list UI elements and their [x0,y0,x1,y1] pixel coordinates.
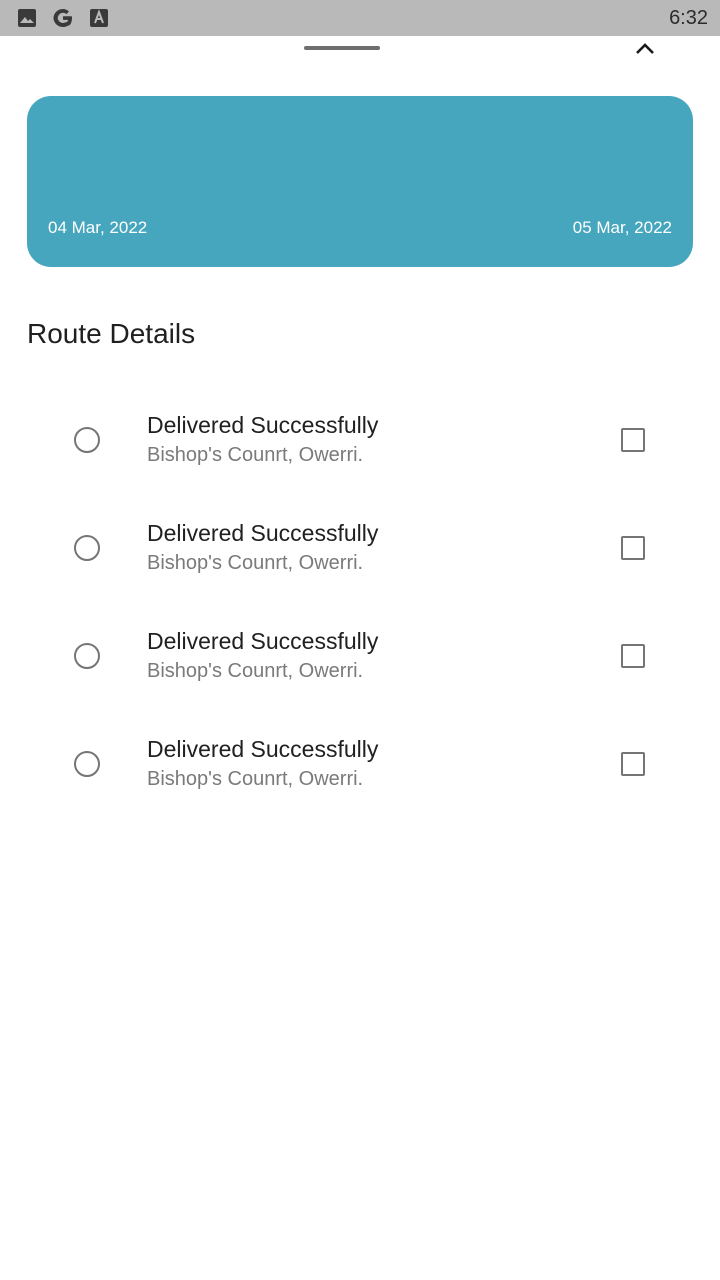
route-item-address: Bishop's Counrt, Owerri. [147,768,364,790]
checkbox[interactable] [621,644,645,668]
route-item[interactable]: Delivered Successfully Bishop's Counrt, … [0,730,720,838]
trip-card: 04 Mar, 2022 05 Mar, 2022 [27,96,693,267]
route-item-text: Delivered Successfully Bishop's Counrt, … [147,518,378,578]
route-item-text: Delivered Successfully Bishop's Counrt, … [147,734,378,794]
route-item-status: Delivered Successfully [147,736,379,762]
end-date: 05 Mar, 2022 [572,218,672,237]
radio-button[interactable] [74,535,100,561]
section-title: Route Details [27,318,196,349]
drag-handle[interactable] [304,46,380,50]
start-date: 04 Mar, 2022 [48,218,148,237]
font-icon [90,9,108,27]
route-item-text: Delivered Successfully Bishop's Counrt, … [147,626,378,686]
status-bar: 6:32 [0,0,720,36]
status-time: 6:32 [669,7,708,29]
route-item[interactable]: Delivered Successfully Bishop's Counrt, … [0,406,720,514]
route-list: Delivered Successfully Bishop's Counrt, … [0,406,720,838]
radio-button[interactable] [74,751,100,777]
route-item[interactable]: Delivered Successfully Bishop's Counrt, … [0,514,720,622]
route-item[interactable]: Delivered Successfully Bishop's Counrt, … [0,622,720,730]
checkbox[interactable] [621,752,645,776]
radio-button[interactable] [74,427,100,453]
collapse-button[interactable] [628,38,662,60]
checkbox[interactable] [621,536,645,560]
google-icon [53,9,72,27]
route-item-status: Delivered Successfully [147,520,379,546]
route-item-status: Delivered Successfully [147,628,379,654]
bottom-sheet: 04 Mar, 2022 05 Mar, 2022 Route Details … [0,36,720,1280]
radio-button[interactable] [74,643,100,669]
chevron-up-icon [636,43,654,54]
checkbox[interactable] [621,428,645,452]
route-item-address: Bishop's Counrt, Owerri. [147,444,364,466]
route-item-address: Bishop's Counrt, Owerri. [147,660,364,682]
route-item-text: Delivered Successfully Bishop's Counrt, … [147,410,378,470]
route-item-status: Delivered Successfully [147,412,379,438]
gallery-icon [18,9,36,27]
route-item-address: Bishop's Counrt, Owerri. [147,552,364,574]
